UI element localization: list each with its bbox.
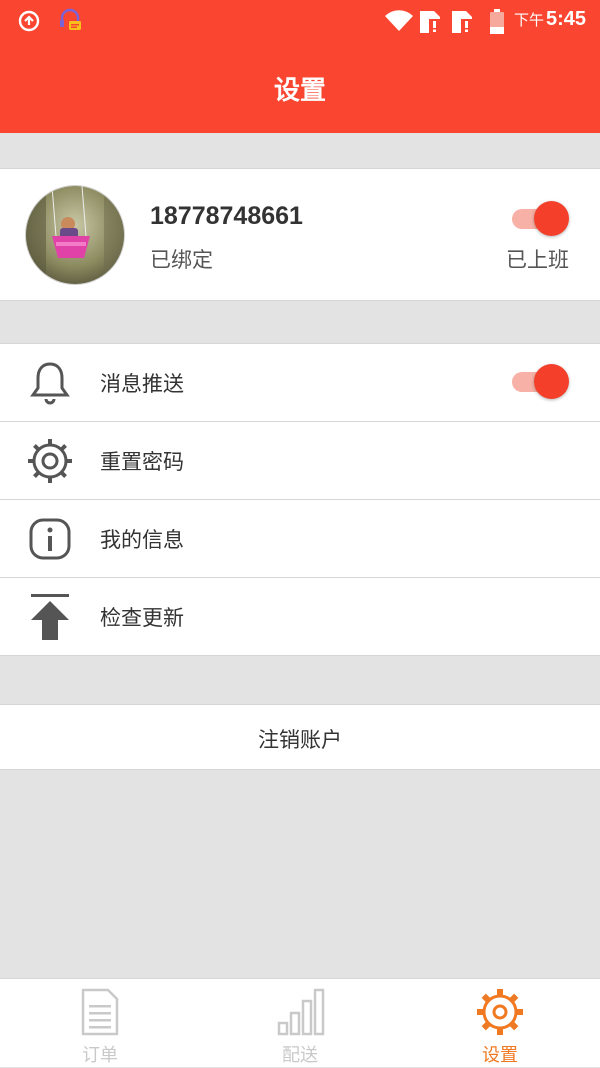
avatar-image [26, 186, 124, 284]
menu-item-label: 检查更新 [100, 606, 184, 630]
clock: 下午 5:45 [514, 8, 586, 31]
sync-icon [18, 10, 40, 32]
menu-item-check-update[interactable]: 检查更新 [0, 578, 600, 656]
bottom-tab-bar: 订单 配送 设置 [0, 978, 600, 1067]
clock-time: 5:45 [545, 8, 586, 30]
wifi-icon [385, 10, 413, 31]
tab-settings[interactable]: 设置 [400, 979, 600, 1068]
menu-item-reset-password[interactable]: 重置密码 [0, 422, 600, 500]
menu-item-label: 消息推送 [100, 372, 184, 396]
toggle-knob [534, 364, 569, 399]
menu-item-push[interactable]: 消息推送 [0, 344, 600, 422]
clock-ampm: 下午 [513, 12, 544, 29]
toggle-knob [534, 201, 569, 236]
work-status-toggle[interactable] [512, 201, 570, 237]
avatar[interactable] [26, 186, 124, 284]
app-header: 下午 5:45 设置 [0, 0, 600, 133]
tab-label: 配送 [282, 1045, 318, 1066]
info-icon [29, 518, 71, 560]
headset-chat-icon [60, 8, 81, 30]
bar-chart-icon [277, 988, 325, 1036]
logout-label: 注销账户 [258, 728, 342, 752]
sim1-icon [420, 11, 442, 33]
sim2-icon [452, 11, 474, 33]
status-bar: 下午 5:45 [0, 0, 600, 44]
menu-item-my-info[interactable]: 我的信息 [0, 500, 600, 578]
gear-outline-icon [28, 439, 72, 483]
upload-arrow-icon [31, 594, 69, 640]
push-toggle[interactable] [512, 364, 570, 400]
menu-item-label: 我的信息 [100, 528, 184, 552]
battery-icon [490, 9, 504, 34]
logout-button[interactable]: 注销账户 [0, 704, 600, 770]
tab-label: 订单 [82, 1045, 118, 1066]
profile-card[interactable]: 18778748661 已绑定 已上班 [0, 168, 600, 301]
bell-icon [30, 362, 70, 405]
settings-gear-icon [477, 989, 523, 1035]
work-status-label: 已上班 [506, 248, 569, 272]
document-icon [81, 988, 119, 1036]
settings-menu: 消息推送 重置密码 我的信息 检查更新 [0, 343, 600, 656]
phone-number: 18778748661 [150, 202, 303, 230]
page-title: 设置 [273, 76, 326, 106]
menu-item-label: 重置密码 [100, 450, 184, 474]
tab-orders[interactable]: 订单 [0, 979, 200, 1068]
tab-delivery[interactable]: 配送 [200, 979, 400, 1068]
bind-status: 已绑定 [150, 248, 213, 272]
tab-label: 设置 [482, 1045, 518, 1066]
